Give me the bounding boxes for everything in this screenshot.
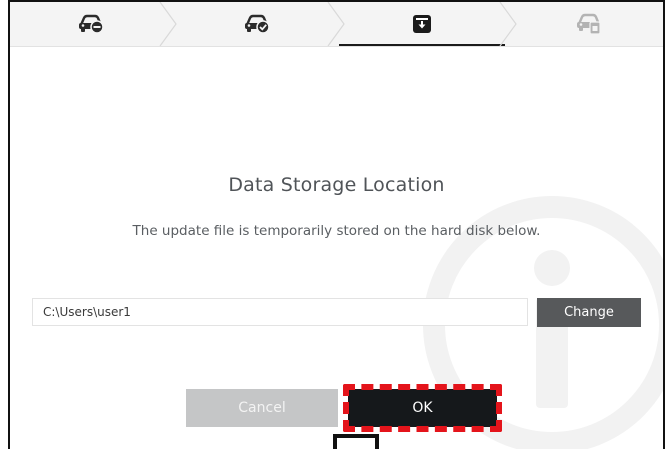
active-step-indicator xyxy=(339,44,505,46)
change-location-button[interactable]: Change xyxy=(537,298,641,327)
step-2 xyxy=(176,2,338,46)
step-3-active xyxy=(339,2,505,46)
download-box-icon xyxy=(412,14,432,34)
step-4 xyxy=(510,2,663,46)
page-description: The update file is temporarily stored on… xyxy=(132,223,541,239)
step-1 xyxy=(10,2,172,46)
app-window: Data Storage Location The update file is… xyxy=(8,0,665,449)
progress-stepper xyxy=(10,2,663,47)
cancel-button[interactable]: Cancel xyxy=(186,389,338,427)
car-device-icon xyxy=(576,13,602,35)
page-title: Data Storage Location xyxy=(228,174,445,196)
storage-path-input[interactable] xyxy=(32,298,528,326)
pointer-marker xyxy=(333,434,379,449)
car-check-icon xyxy=(244,14,270,34)
ok-button[interactable]: OK xyxy=(348,389,497,427)
car-minus-icon xyxy=(78,14,104,34)
